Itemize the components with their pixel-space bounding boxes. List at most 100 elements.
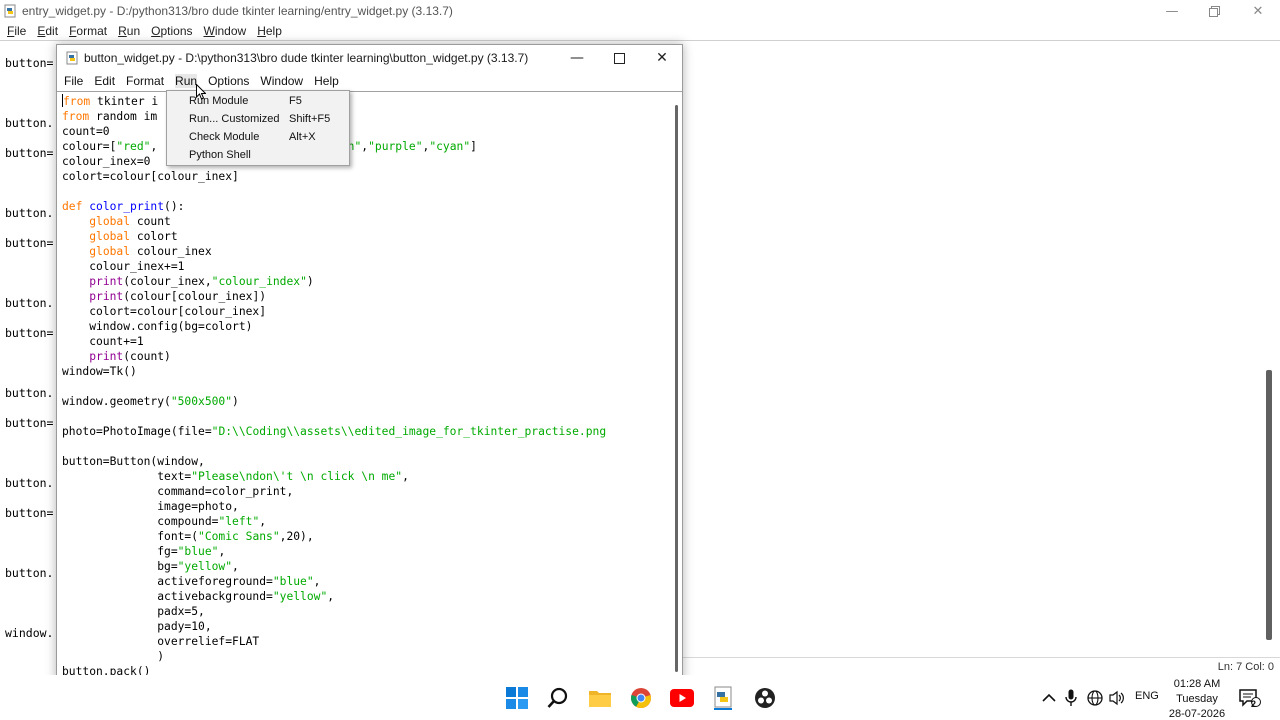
code-token: colort [130, 230, 178, 243]
code-line: ) [62, 649, 164, 664]
minimize-icon[interactable]: — [1150, 0, 1194, 22]
language-indicator[interactable]: ENG [1135, 690, 1159, 720]
clock[interactable]: 01:28 AM Tuesday 28-07-2026 [1160, 677, 1234, 720]
code-token: ) [306, 275, 314, 288]
menu-help[interactable]: Help [257, 24, 282, 38]
restore-icon[interactable] [1192, 0, 1236, 22]
close-icon[interactable]: ✕ [1236, 0, 1280, 22]
code-token: ) [232, 395, 239, 408]
code-line: colour_inex+=1 [62, 259, 184, 274]
code-token: ) [62, 650, 165, 663]
background-code-line: button. [5, 296, 54, 310]
code-line: photo=PhotoImage(file="D:\\Coding\\asset… [62, 424, 606, 439]
code-token: text= [62, 470, 192, 483]
menu-edit[interactable]: Edit [94, 74, 115, 88]
menu-item-label: Python Shell [189, 149, 251, 161]
code-token: compound= [62, 515, 219, 528]
code-token: , [313, 575, 321, 588]
chevron-up-icon[interactable] [1037, 686, 1061, 710]
code-token: activeforeground= [62, 575, 273, 588]
background-code-area[interactable]: button= button. button= button. button= butto… [0, 41, 60, 657]
menu-item-python-shell[interactable]: Python Shell [167, 146, 349, 164]
divider [0, 40, 1280, 41]
code-token: , [402, 470, 409, 483]
menu-options[interactable]: Options [151, 24, 192, 38]
globe-icon[interactable] [1083, 686, 1107, 710]
close-icon[interactable]: ✕ [640, 45, 682, 71]
chrome-icon[interactable] [629, 686, 653, 710]
code-line: global colort [62, 229, 178, 244]
background-window-title: entry_widget.py - D:/python313/bro dude … [22, 4, 453, 18]
code-token: , [259, 515, 267, 528]
code-token: (): [164, 200, 185, 213]
menu-format[interactable]: Format [69, 24, 107, 38]
menu-item-run-customized[interactable]: Run... Customized Shift+F5 [167, 110, 349, 128]
menu-window[interactable]: Window [204, 24, 247, 38]
menu-item-shortcut: Shift+F5 [289, 113, 331, 125]
foreground-editor-window[interactable]: button_widget.py - D:\python313\bro dude… [56, 44, 683, 684]
menu-edit[interactable]: Edit [37, 24, 58, 38]
minimize-icon[interactable]: — [555, 45, 599, 71]
code-token: ,20), [279, 530, 314, 543]
menu-item-run-module[interactable]: Run Module F5 [167, 92, 349, 110]
background-code-line: button= [5, 416, 54, 430]
code-token: print [89, 290, 124, 303]
code-token: count+=1 [62, 335, 144, 348]
status-bar: Ln: 7 Col: 0 [683, 657, 1280, 675]
code-line: window.geometry("500x500") [62, 394, 239, 409]
menu-help[interactable]: Help [314, 74, 339, 88]
microphone-icon[interactable] [1059, 686, 1083, 710]
code-line: compound="left", [62, 514, 266, 529]
background-code-line: button. [5, 116, 54, 130]
code-token: global [89, 215, 131, 228]
cursor-position: Ln: 7 Col: 0 [1217, 661, 1274, 673]
foreground-window-title: button_widget.py - D:\python313\bro dude… [84, 51, 529, 65]
menu-run[interactable]: Run [118, 24, 140, 38]
code-token: window.config(bg=colort) [62, 320, 253, 333]
code-line: print(colour_inex,"colour_index") [62, 274, 314, 289]
code-token: "blue" [272, 575, 314, 588]
background-window-titlebar[interactable]: entry_widget.py - D:/python313/bro dude … [0, 0, 1280, 22]
menu-window[interactable]: Window [260, 74, 303, 88]
menu-file[interactable]: File [64, 74, 83, 88]
menu-item-check-module[interactable]: Check Module Alt+X [167, 128, 349, 146]
code-token: from [63, 95, 91, 108]
windows-start-icon[interactable] [505, 686, 529, 710]
youtube-icon[interactable] [670, 686, 694, 710]
foreground-window-titlebar[interactable]: button_widget.py - D:\python313\bro dude… [57, 45, 682, 71]
code-line: print(colour[colour_inex]) [62, 289, 266, 304]
background-window-menubar: File Edit Format Run Options Window Help [0, 22, 1280, 40]
background-scrollbar[interactable] [1266, 370, 1272, 640]
code-line: colort=colour[colour_inex] [62, 169, 239, 184]
search-icon[interactable] [546, 686, 570, 710]
code-editor[interactable]: from tkinter i from random im count=0 colou… [57, 92, 669, 683]
code-token: "purple" [368, 140, 423, 153]
code-token: overrelief=FLAT [62, 635, 260, 648]
code-token: colour_inex [130, 245, 212, 258]
python-file-icon [4, 4, 16, 18]
obs-icon[interactable] [753, 686, 777, 710]
clock-day: Tuesday [1176, 693, 1218, 705]
notification-icon[interactable]: 2 [1238, 686, 1262, 710]
code-token: "cyan" [429, 140, 471, 153]
scrollbar-thumb[interactable] [675, 105, 678, 672]
speaker-icon[interactable] [1105, 686, 1129, 710]
maximize-icon[interactable] [597, 45, 641, 71]
code-token: global [89, 245, 131, 258]
code-token: "500x500" [170, 395, 233, 408]
code-token: (count) [123, 350, 171, 363]
code-token: activebackground= [62, 590, 273, 603]
python-idle-icon[interactable] [711, 686, 735, 710]
menu-file[interactable]: File [7, 24, 26, 38]
code-line: count+=1 [62, 334, 144, 349]
code-token: count=0 [62, 125, 110, 138]
menu-format[interactable]: Format [126, 74, 164, 88]
menu-options[interactable]: Options [208, 74, 249, 88]
code-token: "Comic Sans" [198, 530, 280, 543]
code-token: "yellow" [272, 590, 328, 603]
code-token: colort=colour[colour_inex] [62, 170, 239, 183]
menu-run[interactable]: Run [175, 74, 198, 88]
file-explorer-icon[interactable] [588, 686, 612, 710]
